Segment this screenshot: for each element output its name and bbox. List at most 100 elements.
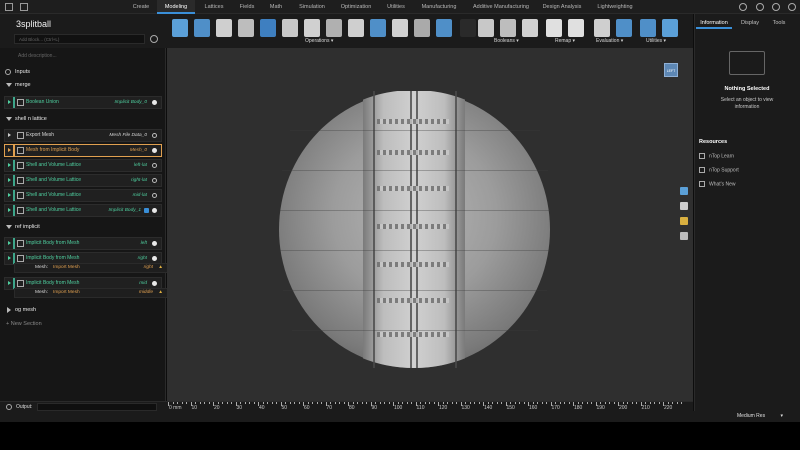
visibility-dot[interactable] bbox=[152, 148, 157, 153]
utilities-tool-1-icon[interactable] bbox=[640, 19, 656, 37]
ribbon-group-remap[interactable]: Remap ▾ bbox=[555, 38, 575, 44]
ruler-minor-tick bbox=[204, 402, 205, 404]
block-implicit-left[interactable]: Implicit Body from Mesh left bbox=[4, 237, 162, 250]
help-icon[interactable] bbox=[756, 3, 764, 11]
view-tool-measure-icon[interactable] bbox=[680, 232, 688, 240]
boolean-tool-3-icon[interactable] bbox=[522, 19, 538, 37]
section-og-mesh[interactable]: og mesh bbox=[0, 304, 166, 316]
new-section-button[interactable]: + New Section bbox=[0, 318, 166, 330]
block-boolean-union[interactable]: Boolean Union Implicit Body_0 bbox=[4, 96, 162, 109]
ruler-minor-tick bbox=[546, 402, 547, 404]
visibility-dot[interactable] bbox=[152, 133, 157, 138]
ribbon-tool-4-icon[interactable] bbox=[238, 19, 254, 37]
view-tool-section-icon[interactable] bbox=[680, 202, 688, 210]
tab-fields[interactable]: Fields bbox=[234, 0, 260, 14]
ribbon-tool-1-icon[interactable] bbox=[172, 19, 188, 37]
link-ntop-learn[interactable]: nTop Learn bbox=[699, 153, 734, 159]
view-cube[interactable]: LEFT bbox=[664, 63, 678, 77]
band-edge-line bbox=[373, 91, 375, 368]
ribbon-tool-11-icon[interactable] bbox=[392, 19, 408, 37]
ribbon-group-utilities[interactable]: Utilities ▾ bbox=[646, 38, 666, 44]
visibility-dot[interactable] bbox=[152, 256, 157, 261]
tab-modeling[interactable]: Modeling bbox=[157, 0, 195, 14]
evaluation-tool-2-icon[interactable] bbox=[616, 19, 632, 37]
ribbon-tool-12-icon[interactable] bbox=[414, 19, 430, 37]
block-shell-lattice-mid[interactable]: Shell and Volume Lattice mid-lat bbox=[4, 189, 162, 202]
boolean-tool-1-icon[interactable] bbox=[478, 19, 494, 37]
tab-math[interactable]: Math bbox=[264, 0, 288, 14]
section-shell-n-lattice[interactable]: shell n lattice bbox=[0, 113, 166, 125]
boolean-tool-2-icon[interactable] bbox=[500, 19, 516, 37]
tab-lattices[interactable]: Lattices bbox=[198, 0, 230, 14]
notifications-icon[interactable] bbox=[739, 3, 747, 11]
tab-manufacturing[interactable]: Manufacturing bbox=[416, 0, 462, 14]
ribbon-tool-13-icon[interactable] bbox=[436, 19, 452, 37]
status-bar bbox=[0, 411, 800, 422]
settings-icon[interactable] bbox=[788, 3, 796, 11]
view-tool-select-icon[interactable] bbox=[680, 187, 688, 195]
block-export-mesh[interactable]: Export Mesh Mesh File Data_0 bbox=[4, 129, 162, 142]
account-icon[interactable] bbox=[772, 3, 780, 11]
ribbon-tool-6-icon[interactable] bbox=[282, 19, 298, 37]
remap-tool-1-icon[interactable] bbox=[546, 19, 562, 37]
ribbon-group-booleans[interactable]: Booleans ▾ bbox=[494, 38, 519, 44]
tab-utilities[interactable]: Utilities bbox=[381, 0, 411, 14]
shell-line bbox=[280, 210, 550, 211]
shell-line bbox=[292, 330, 538, 331]
block-shell-lattice-right[interactable]: Shell and Volume Lattice right-lat bbox=[4, 174, 162, 187]
visibility-dot[interactable] bbox=[152, 100, 157, 105]
block-shell-lattice-body[interactable]: Shell and Volume Lattice Implicit Body_1 bbox=[4, 204, 162, 217]
tab-create[interactable]: Create bbox=[128, 0, 154, 14]
sidebar-toggle-icon[interactable] bbox=[20, 3, 28, 11]
section-merge[interactable]: merge bbox=[0, 79, 166, 91]
visibility-dot[interactable] bbox=[152, 241, 157, 246]
ribbon-tool-7-icon[interactable] bbox=[304, 19, 320, 37]
ribbon-group-evaluation[interactable]: Evaluation ▾ bbox=[596, 38, 623, 44]
ribbon-tool-10-icon[interactable] bbox=[370, 19, 386, 37]
visibility-dot[interactable] bbox=[152, 208, 157, 213]
block-mesh-from-implicit-body[interactable]: Mesh from Implicit Body Mesh_0 bbox=[4, 144, 162, 157]
output-settings-icon[interactable] bbox=[6, 404, 12, 410]
visibility-dot[interactable] bbox=[152, 193, 157, 198]
remap-tool-2-icon[interactable] bbox=[568, 19, 584, 37]
visibility-dot[interactable] bbox=[152, 281, 157, 286]
visibility-dot[interactable] bbox=[152, 178, 157, 183]
home-icon[interactable] bbox=[5, 3, 13, 11]
visibility-dot[interactable] bbox=[152, 163, 157, 168]
document-title[interactable]: 3splitball bbox=[16, 19, 51, 29]
ribbon-tool-5-icon[interactable] bbox=[260, 19, 276, 37]
add-description-field[interactable]: Add description... bbox=[18, 53, 57, 59]
tab-tools[interactable]: Tools bbox=[768, 17, 790, 29]
tab-display[interactable]: Display bbox=[736, 17, 764, 29]
ribbon-tool-9-icon[interactable] bbox=[348, 19, 364, 37]
ruler-minor-tick bbox=[172, 402, 174, 404]
resolution-dropdown[interactable]: Medium Res ▾ bbox=[737, 413, 792, 421]
output-field[interactable] bbox=[37, 403, 157, 411]
tab-design-analysis[interactable]: Design Analysis bbox=[539, 0, 585, 14]
tab-information[interactable]: Information bbox=[696, 17, 732, 29]
ribbon-tool-2-icon[interactable] bbox=[194, 19, 210, 37]
block-shell-lattice-left[interactable]: Shell and Volume Lattice left-lat bbox=[4, 159, 162, 172]
resources-title: Resources bbox=[699, 139, 728, 145]
input-mesh-middle[interactable]: Mesh: Import Mesh middle ▲ bbox=[14, 288, 172, 298]
view-tool-material-icon[interactable] bbox=[680, 217, 688, 225]
inputs-row[interactable]: Inputs bbox=[0, 66, 166, 78]
ribbon-group-operations[interactable]: Operations ▾ bbox=[305, 38, 333, 44]
add-block-input[interactable]: Add Block... (Ctrl+L) bbox=[14, 34, 145, 44]
color-swatch[interactable] bbox=[144, 208, 149, 213]
link-ntop-support[interactable]: nTop Support bbox=[699, 167, 739, 173]
link-whats-new[interactable]: What's New bbox=[699, 181, 736, 187]
ribbon-tool-3-icon[interactable] bbox=[216, 19, 232, 37]
ruler-minor-tick bbox=[231, 402, 232, 404]
tab-lightweighting[interactable]: Lightweighting bbox=[591, 0, 639, 14]
refresh-icon[interactable] bbox=[150, 35, 158, 43]
ribbon-tool-14-icon[interactable] bbox=[460, 19, 476, 37]
section-ref-implicit[interactable]: ref implicit bbox=[0, 221, 166, 233]
tab-simulation[interactable]: Simulation bbox=[292, 0, 332, 14]
ribbon-tool-8-icon[interactable] bbox=[326, 19, 342, 37]
utilities-tool-2-icon[interactable] bbox=[662, 19, 678, 37]
tab-additive-manufacturing[interactable]: Additive Manufacturing bbox=[469, 0, 533, 14]
input-mesh-right[interactable]: Mesh: Import Mesh right ▲ bbox=[14, 263, 172, 273]
evaluation-tool-1-icon[interactable] bbox=[594, 19, 610, 37]
tab-optimization[interactable]: Optimization bbox=[336, 0, 376, 14]
